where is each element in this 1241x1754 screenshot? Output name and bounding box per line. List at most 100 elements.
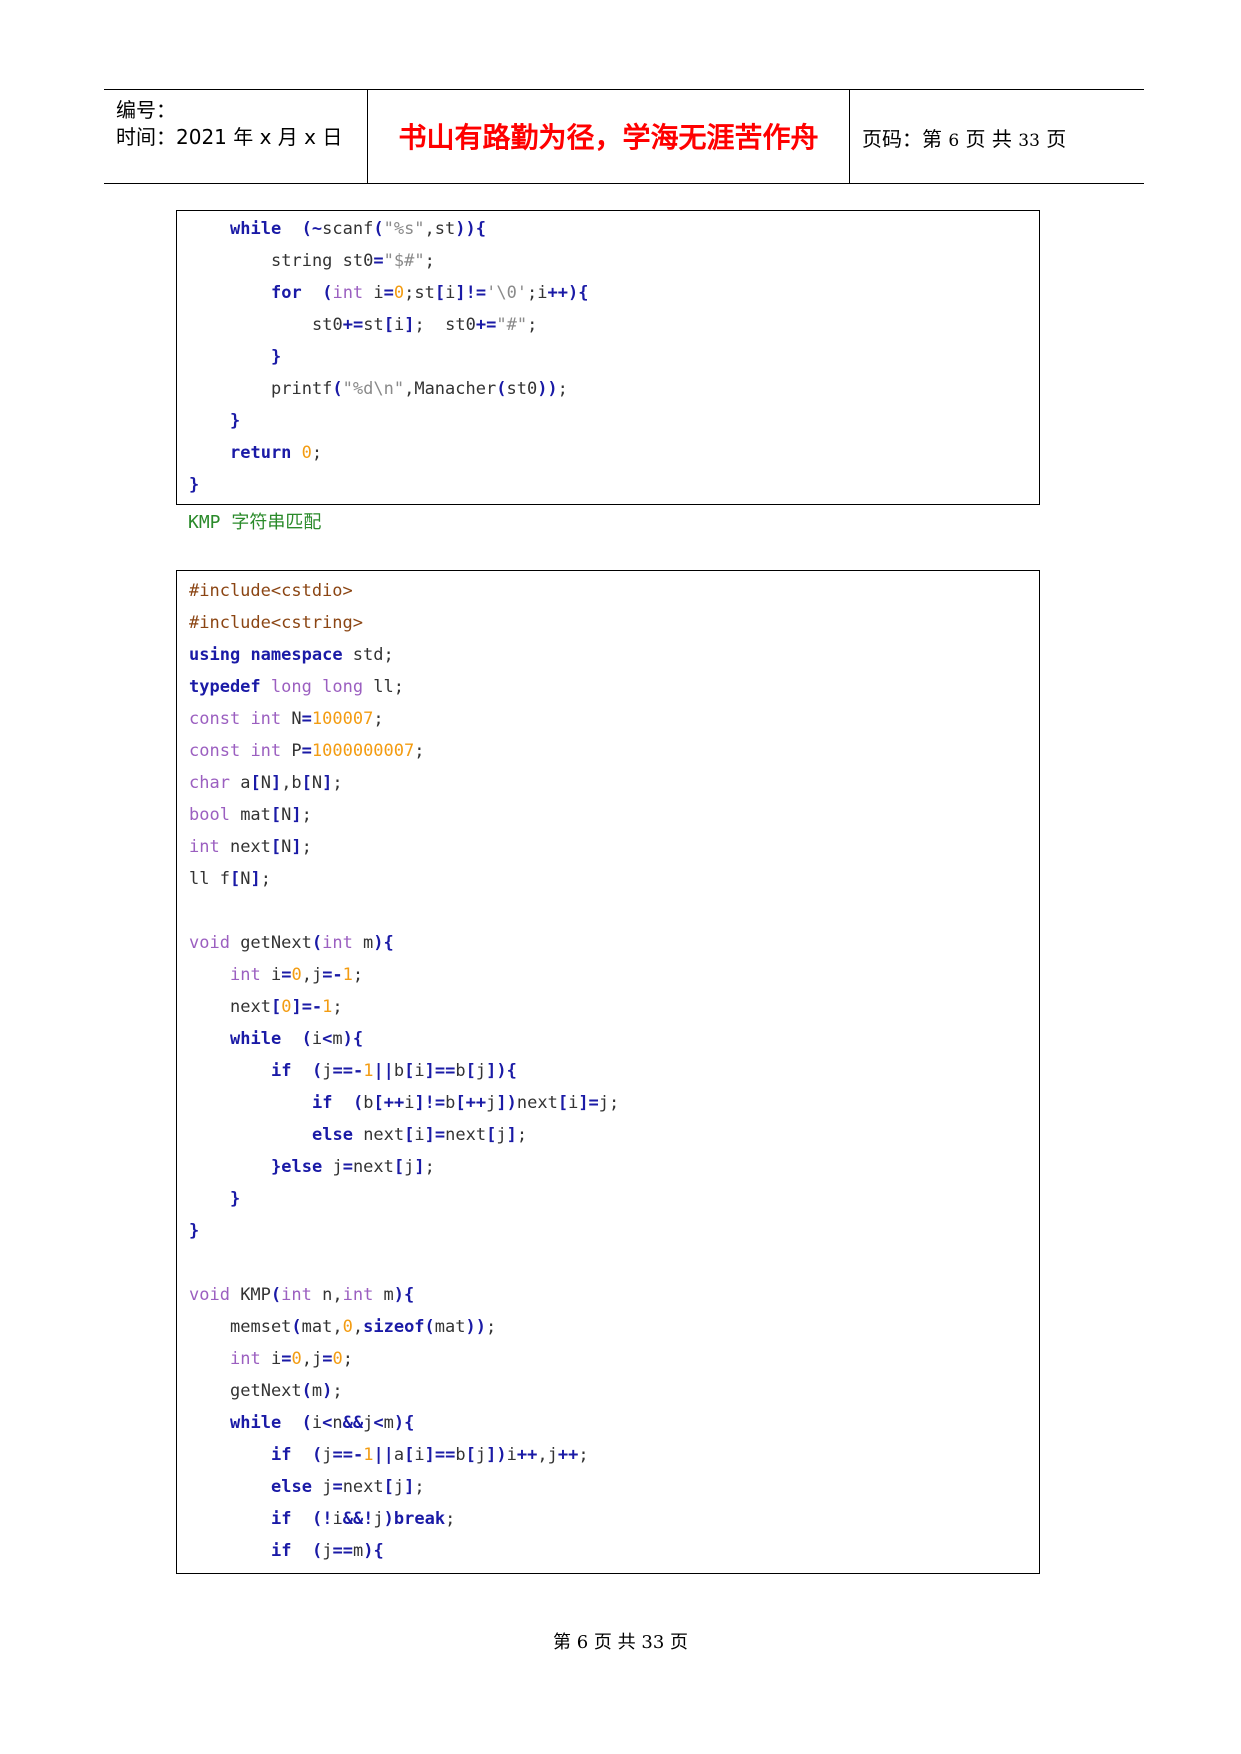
code-text: mat, [301,1317,343,1337]
code-operator: [ [270,805,282,825]
code-operator: ) [383,1509,394,1529]
code-number: 1 [342,965,353,985]
header-motto-cell: 书山有路勤为径，学海无涯苦作舟 [367,90,850,183]
code-text: i [568,1093,579,1113]
code-keyword: else [281,1157,323,1177]
code-type: long [322,677,364,697]
code-text: b [363,1093,374,1113]
code-operator: [ [270,837,282,857]
code-line: } [230,405,240,437]
header-page-cell: 页码：第 6 页 共 33 页 [850,90,1144,183]
code-operator: = [332,1477,343,1497]
code-line: return 0; [230,437,322,469]
code-operator: ]= [578,1093,599,1113]
code-number: 100007 [311,709,374,729]
code-line: if (j==-1||a[i]==b[j])i++,j++; [271,1439,589,1471]
code-operator: += [475,315,497,335]
code-number: 1 [363,1061,374,1081]
header-page-prefix: 页码：第 [862,127,942,151]
header-motto: 书山有路勤为径，学海无涯苦作舟 [398,121,819,154]
code-operator: = [342,1157,353,1177]
code-operator: ]= [424,1125,446,1145]
code-line: bool mat[N]; [189,799,312,831]
code-operator: ] [291,805,302,825]
code-text: j [363,1413,374,1433]
code-keyword: if [271,1509,292,1529]
code-line: else j=next[j]; [271,1471,425,1503]
code-line: char a[N],b[N]; [189,767,343,799]
code-line: } [230,1183,240,1215]
code-text: next [516,1093,558,1113]
page-footer: 第 6 页 共 33 页 [0,1628,1241,1654]
code-keyword: return [230,443,292,463]
code-operator: ){ [363,1541,384,1561]
code-operator: [ [383,315,394,335]
code-number: 0 [332,1349,343,1369]
code-text: ;i [527,283,548,303]
code-operator: ] [322,773,333,793]
code-text: ; [486,1317,497,1337]
code-text: ,Manacher [404,379,497,399]
code-line: if (j==m){ [271,1535,384,1567]
code-type: int [230,965,261,985]
code-line: } [189,1215,199,1247]
code-operator: [ [250,773,261,793]
code-operator: ( [373,219,384,239]
code-operator: ] [414,1157,425,1177]
code-text: i [363,283,384,303]
code-text: next [230,997,271,1017]
code-operator: [ [404,1061,415,1081]
code-operator: ]== [424,1445,456,1465]
code-line: while (~scanf("%s",st)){ [230,213,486,245]
doc-number-label: 编号： [116,98,176,122]
code-text: j [322,1541,333,1561]
code-type: const [189,709,241,729]
footer-mid: 页 共 [593,1632,636,1653]
code-type: int [189,837,220,857]
code-string: "%d\n" [342,379,405,399]
code-text: n, [311,1285,343,1305]
code-operator: ( [301,1413,312,1433]
code-text: j [598,1093,610,1113]
code-type: int [281,1285,312,1305]
code-text: ; [342,1349,353,1369]
code-text: ,b [281,773,302,793]
code-line: memset(mat,0,sizeof(mat)); [230,1311,496,1343]
code-text: ; [445,1509,456,1529]
code-text: i [414,1125,425,1145]
code-text: P [281,741,302,761]
code-string: '\0' [486,283,528,303]
section-caption: KMP 字符串匹配 [188,512,322,533]
code-operator: [ [383,1477,394,1497]
code-text: next [352,1157,394,1177]
code-line: while (i<m){ [230,1023,363,1055]
code-text: m [373,1285,394,1305]
code-operator: = [301,709,312,729]
code-text: ; [424,251,435,271]
code-keyword: sizeof [363,1317,425,1337]
code-operator: ++ [557,1445,579,1465]
code-operator: ( [270,1285,282,1305]
footer-total-pages: 33 [641,1632,665,1653]
code-operator: (! [311,1509,333,1529]
code-text: i [260,965,282,985]
code-keyword: else [271,1477,312,1497]
code-keyword: if [271,1445,292,1465]
code-text: m [311,1381,323,1401]
code-keyword: if [271,1541,292,1561]
code-text: ; [301,805,312,825]
code-line: next[0]=-1; [230,991,343,1023]
header-page-number: 页码：第 6 页 共 33 页 [862,123,1066,152]
code-type: int [230,1349,261,1369]
code-operator: [ [465,1445,476,1465]
code-operator: ( [332,379,343,399]
code-operator: = [281,965,292,985]
code-text: a [393,1445,405,1465]
code-text: st [363,315,384,335]
